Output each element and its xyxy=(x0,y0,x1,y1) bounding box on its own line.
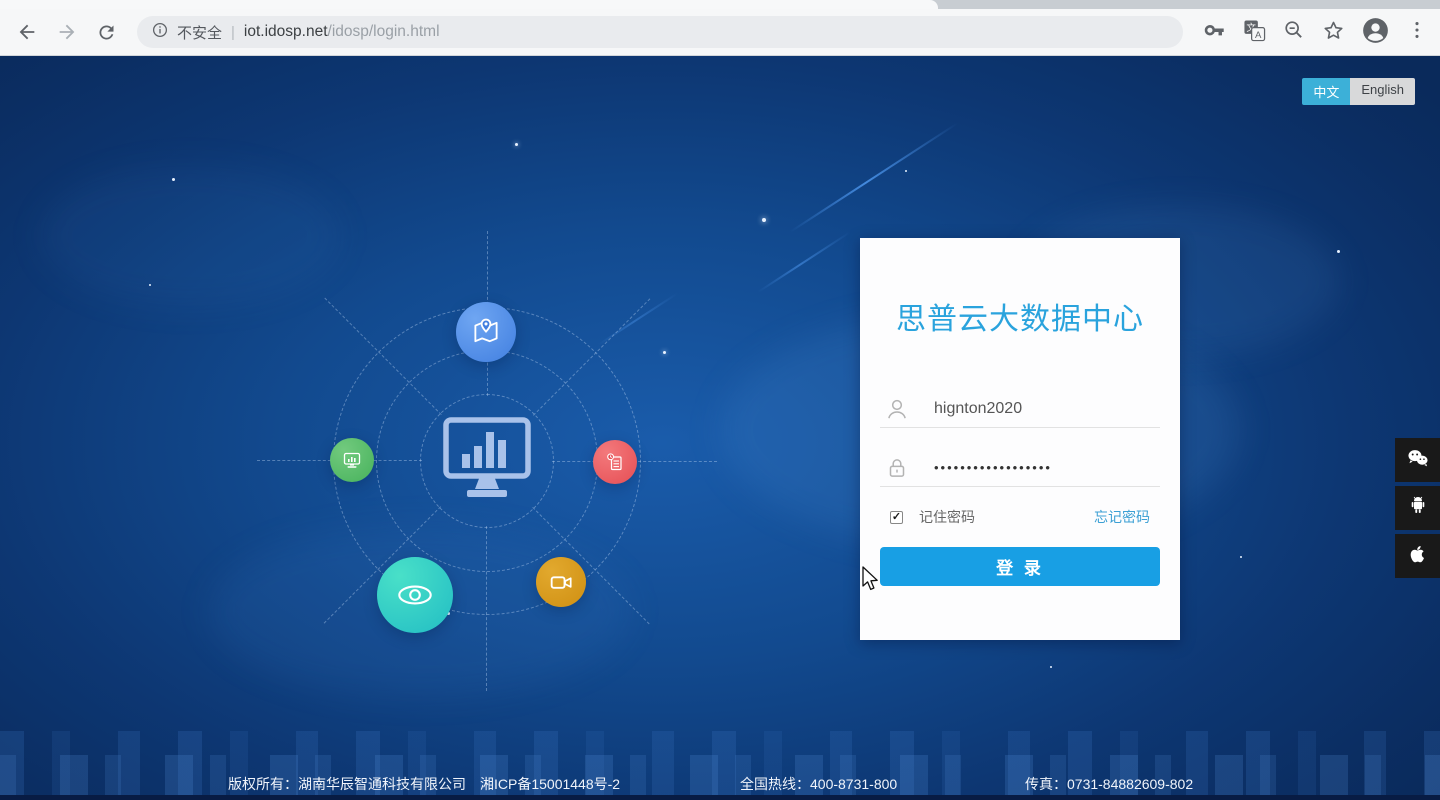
key-icon[interactable] xyxy=(1203,19,1226,47)
dashboard-monitor-icon xyxy=(439,416,535,507)
language-toggle: 中文 English xyxy=(1302,78,1415,105)
wechat-button[interactable] xyxy=(1395,438,1440,482)
url-separator: | xyxy=(231,23,235,41)
menu-dots-icon[interactable] xyxy=(1406,19,1428,46)
login-title: 思普云大数据中心 xyxy=(896,303,1144,336)
lang-english-button[interactable]: English xyxy=(1350,78,1415,105)
forgot-password-link[interactable]: 忘记密码 xyxy=(1094,507,1150,527)
svg-text:A: A xyxy=(1255,29,1262,40)
login-panel: 思普云大数据中心 •••••••••••••••••• ✓ xyxy=(860,238,1180,640)
security-label: 不安全 xyxy=(177,24,223,42)
light-streak xyxy=(757,231,851,293)
back-icon[interactable] xyxy=(16,21,38,43)
url-path: /idosp/login.html xyxy=(327,23,440,40)
user-icon xyxy=(884,396,910,422)
footer-hotline: 全国热线：400-8731-800 xyxy=(740,776,898,792)
remember-checkbox[interactable]: ✓ xyxy=(890,510,903,524)
password-input[interactable]: •••••••••••••••••• xyxy=(934,460,1052,475)
reload-icon[interactable] xyxy=(96,22,117,43)
username-field-row xyxy=(880,390,1160,428)
map-pin-icon xyxy=(456,302,516,362)
android-icon xyxy=(1406,494,1430,523)
login-button[interactable]: 登 录 xyxy=(880,547,1160,586)
apple-button[interactable] xyxy=(1395,534,1440,578)
remember-row: ✓ 记住密码 忘记密码 xyxy=(890,506,1150,528)
footer-icp: 湘ICP备15001448号-2 xyxy=(480,776,621,792)
tab-strip xyxy=(0,0,1440,9)
bottom-strip xyxy=(0,795,1440,800)
password-field-row: •••••••••••••••••• xyxy=(880,449,1160,487)
light-streak xyxy=(789,122,959,233)
report-clock-icon xyxy=(593,440,637,484)
info-circle-icon[interactable] xyxy=(151,21,169,44)
footer-fax: 传真：0731-84882609-802 xyxy=(1025,776,1194,792)
username-input[interactable] xyxy=(934,399,1134,418)
active-tab[interactable] xyxy=(0,0,938,9)
browser-chrome: 不安全 | iot.idosp.net/idosp/login.html 文A xyxy=(0,0,1440,56)
mini-monitor-icon xyxy=(330,438,374,482)
address-bar[interactable]: 不安全 | iot.idosp.net/idosp/login.html xyxy=(137,16,1183,48)
video-camera-icon xyxy=(536,557,586,607)
url-host: iot.idosp.net xyxy=(243,23,328,40)
zoom-out-icon[interactable] xyxy=(1283,19,1305,46)
eye-icon xyxy=(377,557,453,633)
login-page-background: 思普云大数据中心 •••••••••••••••••• ✓ xyxy=(0,56,1440,800)
android-button[interactable] xyxy=(1395,486,1440,530)
mouse-cursor xyxy=(861,566,883,599)
forward-icon[interactable] xyxy=(56,21,78,43)
footer-copyright: 版权所有：湖南华辰智通科技有限公司 xyxy=(228,776,466,792)
translate-icon[interactable]: 文A xyxy=(1243,19,1266,47)
apple-icon xyxy=(1406,542,1430,571)
bookmark-star-icon[interactable] xyxy=(1322,19,1345,47)
map-blob xyxy=(40,166,340,306)
lock-icon xyxy=(884,455,910,481)
wechat-icon xyxy=(1405,445,1431,476)
footer: 版权所有：湖南华辰智通科技有限公司 湘ICP备15001448号-2 全国热线：… xyxy=(0,774,1440,792)
app-download-buttons xyxy=(1395,438,1440,578)
lang-chinese-button[interactable]: 中文 xyxy=(1302,78,1351,105)
remember-label: 记住密码 xyxy=(919,509,975,525)
profile-avatar-icon[interactable] xyxy=(1362,17,1389,49)
